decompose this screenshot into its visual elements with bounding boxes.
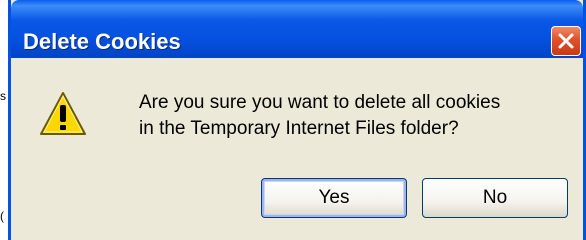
no-button[interactable]: No: [422, 178, 568, 218]
dialog-title: Delete Cookies: [23, 29, 181, 54]
close-icon: [558, 33, 574, 49]
message-line: Are you sure you want to delete all cook…: [139, 92, 501, 113]
dialog-body: Are you sure you want to delete all cook…: [11, 58, 583, 240]
background-text-fragment: s: [0, 89, 6, 103]
warning-icon: [40, 92, 86, 135]
background-text-fragment: (: [0, 209, 4, 223]
background-window-edge: s (: [0, 0, 8, 240]
dialog-message: Are you sure you want to delete all cook…: [139, 90, 569, 142]
delete-cookies-dialog: Delete Cookies Are you sure you want to …: [8, 0, 586, 240]
title-bar[interactable]: Delete Cookies: [11, 0, 583, 58]
close-button[interactable]: [551, 26, 581, 56]
message-line: in the Temporary Internet Files folder?: [139, 118, 459, 139]
yes-button[interactable]: Yes: [261, 178, 407, 218]
